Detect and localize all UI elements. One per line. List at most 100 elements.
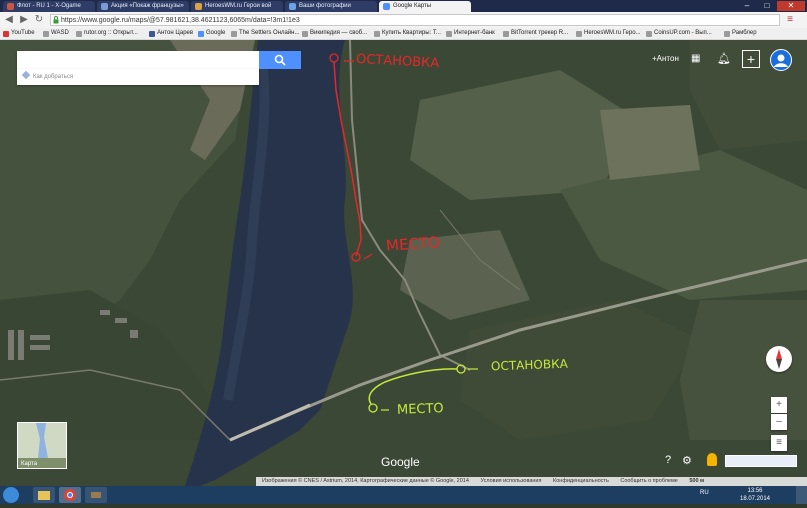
attribution-copyright: Изображения © CNES / Astrium, 2014, Карт… [262, 478, 469, 484]
compass-control[interactable] [766, 346, 792, 372]
compass-icon [776, 349, 782, 369]
bookmark-label: Google [206, 30, 226, 36]
google-logo: Google [381, 455, 420, 469]
bookmark-item[interactable]: rutor.org :: Открыт... [76, 28, 138, 39]
system-clock[interactable]: 13:56 18.07.2014 [738, 487, 772, 503]
scale-label: 500 м [689, 478, 705, 484]
bookmark-item[interactable]: CoinsUP.com - Вып... [646, 28, 712, 39]
attribution-bar: Изображения © CNES / Astrium, 2014, Карт… [256, 477, 807, 486]
youtube-icon [3, 31, 9, 37]
bookmark-favicon-icon [231, 31, 237, 37]
tab-akciya[interactable]: Акция «Покаж французы» [97, 1, 189, 12]
zoom-out-button[interactable]: – [771, 414, 787, 430]
close-window-button[interactable]: ✕ [777, 1, 805, 11]
url-field[interactable]: https://www.google.ru/maps/@57.981621,38… [50, 14, 780, 26]
bookmark-favicon-icon [446, 31, 452, 37]
start-button[interactable] [3, 487, 19, 503]
photo-strip-button[interactable] [725, 455, 797, 467]
zoom-in-button[interactable]: + [771, 397, 787, 413]
notifications-bell-icon[interactable]: 🔔︎ [717, 48, 731, 70]
apps-grid-icon[interactable]: ▦ [691, 48, 700, 70]
help-icon[interactable]: ? [665, 454, 671, 466]
bookmark-label: WASD [51, 30, 69, 36]
lock-icon [53, 16, 59, 24]
directions-link[interactable]: Как добраться [17, 69, 259, 85]
satellite-map[interactable]: ОСТАНОВКА МЕСТО ОСТАНОВКА МЕСТО [0, 40, 807, 486]
search-input[interactable] [17, 51, 259, 69]
bookmark-item[interactable]: Интернет-банк [446, 28, 495, 39]
language-indicator[interactable]: RU [700, 490, 709, 496]
tab-label: Google Карты [393, 3, 432, 9]
bookmark-label: CoinsUP.com - Вып... [654, 30, 712, 36]
bookmark-favicon-icon [646, 31, 652, 37]
search-icon [274, 54, 286, 66]
reload-button[interactable]: ↻ [33, 14, 45, 26]
privacy-link[interactable]: Конфиденциальность [553, 478, 609, 484]
bookmark-item[interactable]: WASD [43, 28, 69, 39]
clock-time: 13:56 [747, 488, 763, 494]
bookmark-item[interactable]: Купить Квартиры: Т... [374, 28, 441, 39]
avatar[interactable] [770, 49, 792, 71]
account-name[interactable]: +Антон [652, 48, 679, 70]
bookmark-item[interactable]: HeroesWM.ru Геро... [576, 28, 641, 39]
tab-photos[interactable]: Ваши фотографии [285, 1, 377, 12]
tab-favicon-icon [289, 3, 296, 10]
user-icon [774, 54, 788, 67]
bookmark-item[interactable]: Рамблер [724, 28, 757, 39]
minimize-button[interactable]: – [737, 1, 757, 11]
directions-label: Как добраться [33, 74, 74, 80]
google-icon [198, 31, 204, 37]
bookmark-favicon-icon [76, 31, 82, 37]
pegman-icon[interactable] [707, 453, 717, 466]
tab-label: HeroesWM.ru Герои вой [205, 3, 272, 9]
menu-icon[interactable]: ≡ [784, 14, 796, 26]
search-button[interactable] [259, 51, 301, 69]
tab-google-maps[interactable]: Google Карты [379, 1, 471, 12]
bookmark-label: rutor.org :: Открыт... [84, 30, 138, 36]
tab-label: Ваши фотографии [299, 3, 351, 9]
green-stop-marker [456, 364, 466, 374]
bookmark-item[interactable]: Антон Царев [149, 28, 193, 39]
bookmark-favicon-icon [374, 31, 380, 37]
bookmark-label: Антон Царев [157, 30, 194, 36]
green-place-label: МЕСТО [396, 401, 444, 418]
terms-link[interactable]: Условия использования [480, 478, 541, 484]
bookmark-favicon-icon [302, 31, 308, 37]
show-desktop-button[interactable] [796, 486, 807, 504]
taskbar-game[interactable] [85, 487, 107, 503]
bookmark-label: BitTorrent трекер R... [511, 30, 569, 36]
taskbar-explorer[interactable] [33, 487, 55, 503]
bookmark-item[interactable]: Википедия — своб... [302, 28, 367, 39]
report-problem-link[interactable]: Сообщить о проблеме [620, 478, 677, 484]
bookmark-favicon-icon [43, 31, 49, 37]
address-toolbar: ◀ ▶ ↻ https://www.google.ru/maps/@57.981… [0, 12, 807, 29]
bookmark-favicon-icon [576, 31, 582, 37]
chrome-icon [64, 489, 76, 501]
maximize-button[interactable]: □ [757, 1, 777, 11]
taskbar-chrome[interactable] [59, 487, 81, 503]
green-route-annotation [368, 364, 478, 413]
green-stop-label: ОСТАНОВКА [490, 356, 569, 374]
browser-tab-bar: Флот - RU 1 - X-Ogame Акция «Покаж франц… [0, 0, 807, 12]
tilt-button[interactable]: ≡ [771, 435, 787, 451]
bookmark-item[interactable]: The Settlers Онлайн... [231, 28, 300, 39]
tab-label: Флот - RU 1 - X-Ogame [17, 3, 81, 9]
back-button[interactable]: ◀ [3, 14, 15, 26]
bookmark-label: The Settlers Онлайн... [239, 30, 300, 36]
windows-taskbar: RU 13:56 18.07.2014 [0, 486, 807, 504]
bookmark-item[interactable]: BitTorrent трекер R... [503, 28, 568, 39]
bookmark-item[interactable]: Google [198, 28, 225, 39]
tab-favicon-icon [383, 3, 390, 10]
forward-button[interactable]: ▶ [18, 14, 30, 26]
bookmark-label: HeroesWM.ru Геро... [584, 30, 641, 36]
tab-heroeswm[interactable]: HeroesWM.ru Герои вой [191, 1, 283, 12]
settings-gear-icon[interactable]: ⚙ [682, 454, 692, 467]
share-plus-button[interactable]: + [742, 50, 760, 68]
bookmark-label: Рамблер [732, 30, 757, 36]
tab-xogame[interactable]: Флот - RU 1 - X-Ogame [3, 1, 95, 12]
map-type-switcher[interactable]: Карта [17, 422, 67, 469]
tab-favicon-icon [195, 3, 202, 10]
bookmark-label: YouTube [11, 30, 35, 36]
bookmark-item[interactable]: YouTube [3, 28, 35, 39]
tab-label: Акция «Покаж французы» [111, 3, 184, 9]
